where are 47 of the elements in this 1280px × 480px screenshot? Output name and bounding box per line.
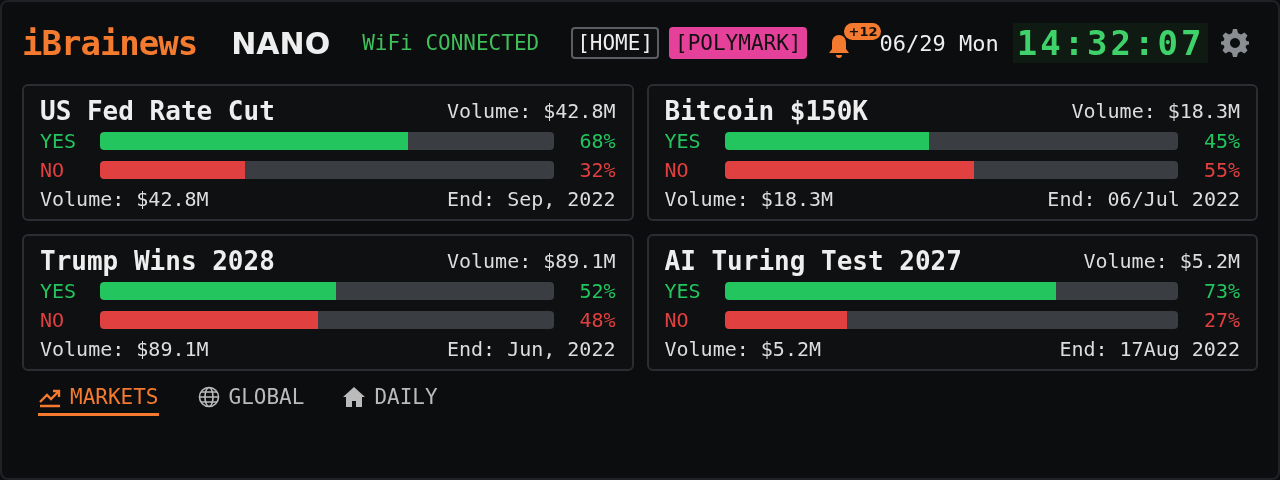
end-date: End: Jun, 2022 xyxy=(446,337,616,361)
volume-label: Volume: $18.3M xyxy=(1071,99,1240,123)
volume-label: Volume: $89.1M xyxy=(40,337,209,361)
probability-value: 52% xyxy=(578,279,616,304)
date-label: 06/29 Mon xyxy=(879,30,999,56)
volume-label: Volume: $5.2M xyxy=(1083,249,1240,273)
probability-value: 68% xyxy=(578,129,616,154)
probability-value: 27% xyxy=(1202,307,1240,332)
volume-label: Volume: $5.2M xyxy=(664,337,822,361)
market-title: Trump Wins 2028 xyxy=(40,246,275,276)
wifi-status: WiFi CONNECTED xyxy=(362,31,540,55)
volume-label: Volume: $42.8M xyxy=(446,99,616,123)
outcome-label: NO xyxy=(40,157,66,182)
probability-value: 45% xyxy=(1202,129,1240,154)
nav-tab[interactable]: MARKETS xyxy=(38,381,159,416)
probability-value: 73% xyxy=(1202,279,1240,304)
outcome-label: NO xyxy=(40,307,66,332)
probability-value: 55% xyxy=(1202,157,1240,182)
globe-icon xyxy=(196,386,221,408)
end-date: End: 17Aug 2022 xyxy=(1059,337,1240,361)
outcome-label: YES xyxy=(664,129,702,154)
source-tab[interactable]: [HOME] xyxy=(571,27,660,59)
outcome-label: YES xyxy=(664,279,702,304)
volume-label: Volume: $18.3M xyxy=(664,187,834,211)
outcome-label: YES xyxy=(40,279,78,304)
model-name: NANO xyxy=(231,25,331,61)
end-date: End: 06/Jul 2022 xyxy=(1047,187,1240,211)
probability-value: 32% xyxy=(578,157,616,182)
settings-icon[interactable] xyxy=(1220,28,1251,58)
market-title: US Fed Rate Cut xyxy=(40,96,275,126)
notification-badge: +12 xyxy=(844,23,882,40)
outcome-label: NO xyxy=(664,157,690,182)
home-icon xyxy=(342,386,367,408)
outcome-label: YES xyxy=(40,129,78,154)
nav-tab[interactable]: GLOBAL xyxy=(196,381,305,416)
digital-clock: 14:32:07 xyxy=(1012,23,1209,63)
nav-tab[interactable]: DAILY xyxy=(342,381,438,416)
brand-logo: iBrainews xyxy=(22,23,198,63)
probability-value: 48% xyxy=(578,307,616,332)
end-date: End: Sep, 2022 xyxy=(446,187,616,211)
market-title: AI Turing Test 2027 xyxy=(664,246,962,276)
outcome-label: NO xyxy=(664,307,690,332)
volume-label: Volume: $89.1M xyxy=(446,249,616,273)
source-tab[interactable]: [POLYMARK] xyxy=(669,27,808,59)
market-title: Bitcoin $150K xyxy=(664,96,868,126)
volume-label: Volume: $42.8M xyxy=(40,187,209,211)
bell-icon[interactable] xyxy=(827,33,852,59)
